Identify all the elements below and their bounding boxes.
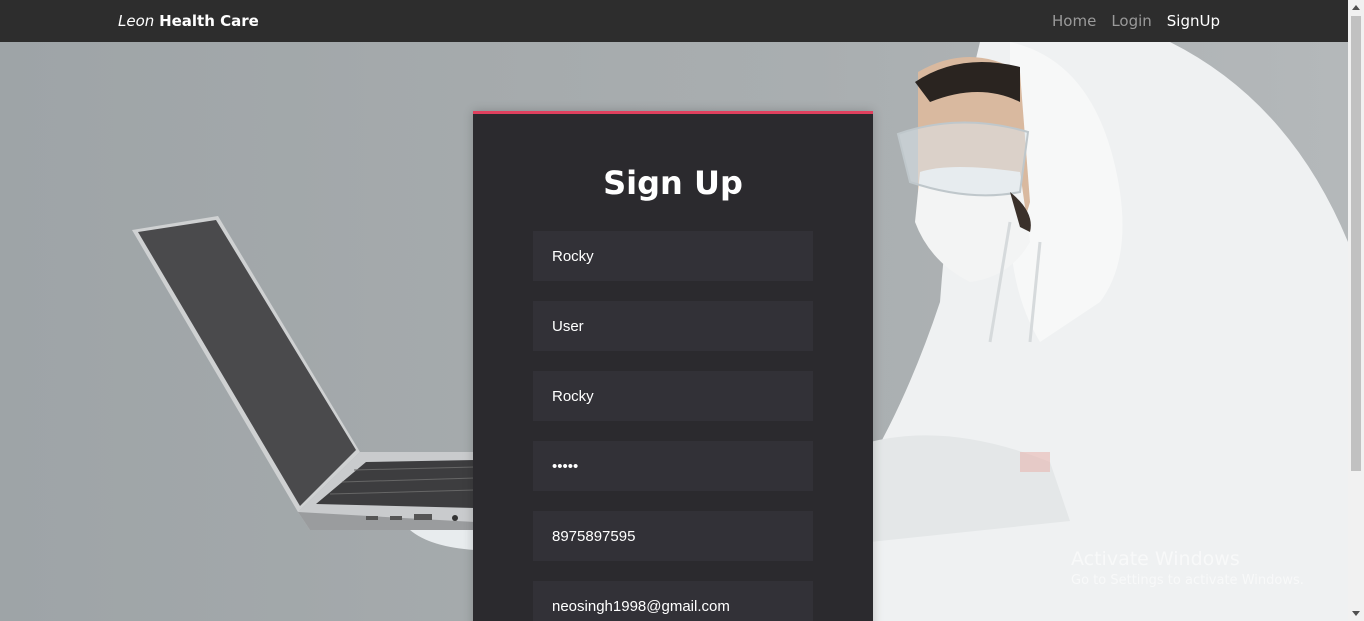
- first-name-input[interactable]: [533, 231, 813, 281]
- nav-home-link[interactable]: Home: [1052, 12, 1096, 30]
- password-input[interactable]: [533, 441, 813, 491]
- top-navbar: Leon Health Care Home Login SignUp: [0, 0, 1348, 42]
- activate-windows-subtitle: Go to Settings to activate Windows.: [1071, 573, 1304, 588]
- laptop-image: [132, 216, 476, 550]
- browser-viewport: Leon Health Care Home Login SignUp Sign …: [0, 0, 1364, 621]
- nav-links: Home Login SignUp: [1052, 12, 1220, 30]
- brand-logo[interactable]: Leon Health Care: [118, 12, 259, 30]
- email-input[interactable]: [533, 581, 813, 621]
- last-name-input[interactable]: [533, 301, 813, 351]
- scroll-up-icon[interactable]: [1352, 5, 1360, 10]
- nav-signup-link[interactable]: SignUp: [1167, 12, 1220, 30]
- scroll-down-icon[interactable]: [1352, 611, 1360, 616]
- vertical-scrollbar[interactable]: [1348, 0, 1364, 621]
- activate-windows-watermark: Activate Windows Go to Settings to activ…: [1071, 547, 1304, 591]
- brand-name-bold: Health Care: [159, 12, 259, 30]
- signup-title: Sign Up: [603, 164, 743, 202]
- brand-name-italic: Leon: [118, 12, 155, 30]
- scrollbar-thumb[interactable]: [1351, 16, 1361, 471]
- activate-windows-title: Activate Windows: [1071, 548, 1240, 570]
- username-input[interactable]: [533, 371, 813, 421]
- phone-input[interactable]: [533, 511, 813, 561]
- person-hazmat-image: [870, 42, 1348, 621]
- nav-login-link[interactable]: Login: [1111, 12, 1151, 30]
- signup-card: Sign Up: [473, 111, 873, 621]
